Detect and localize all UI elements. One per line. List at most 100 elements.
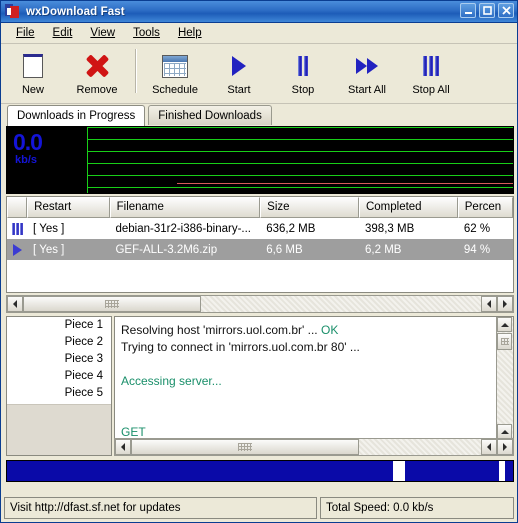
window-title: wxDownload Fast (26, 5, 125, 18)
list-item[interactable]: Piece 4 (7, 368, 111, 385)
menu-tools[interactable]: Tools (124, 25, 169, 41)
column-header-size[interactable]: Size (260, 197, 359, 218)
graph-gridline (87, 151, 513, 152)
scroll-left-button[interactable] (7, 296, 23, 312)
menu-view[interactable]: View (81, 25, 124, 41)
pause-icon (11, 222, 23, 235)
toolbar-button-schedule[interactable]: Schedule (143, 47, 207, 96)
log-line-status: OK (320, 323, 339, 337)
list-item[interactable]: Piece 1 (7, 317, 111, 334)
window-controls (460, 3, 514, 18)
toolbar: New Remove Schedule Start Stop Start All… (1, 44, 517, 104)
minimize-button[interactable] (460, 3, 476, 18)
tab-finished-downloads-label: Finished Downloads (158, 109, 262, 122)
toolbar-schedule-label: Schedule (152, 84, 198, 96)
maximize-button[interactable] (479, 3, 495, 18)
title-bar: wxDownload Fast (1, 1, 517, 23)
column-header-status[interactable] (7, 197, 28, 218)
log-horizontal-scrollbar[interactable] (114, 438, 514, 456)
log-vertical-scrollbar[interactable] (496, 317, 513, 455)
log-text: Resolving host 'mirrors.uol.com.br' ... … (121, 322, 493, 441)
scrollbar-thumb[interactable] (23, 296, 201, 312)
speed-unit: kb/s (15, 154, 38, 166)
column-header-percent[interactable]: Percen (457, 197, 513, 218)
menu-file[interactable]: File (7, 25, 44, 41)
log-hscrollbar-thumb[interactable] (131, 439, 359, 455)
menu-view-label: View (90, 27, 116, 39)
toolbar-stop-all-label: Stop All (412, 84, 450, 96)
log-panel: Resolving host 'mirrors.uol.com.br' ... … (114, 316, 514, 456)
speed-graph: 0.0 kb/s (6, 126, 514, 194)
column-header-restart[interactable]: Restart (27, 197, 110, 218)
toolbar-button-new[interactable]: New (1, 47, 65, 96)
pause-all-icon (423, 51, 439, 81)
table-row[interactable]: [ Yes ] debian-31r2-i386-binary-... 636,… (7, 218, 513, 239)
column-header-completed[interactable]: Completed (358, 197, 458, 218)
toolbar-button-start-all[interactable]: Start All (335, 47, 399, 96)
table-row[interactable]: [ Yes ] GEF-ALL-3.2M6.zip 6,6 MB 6,2 MB … (7, 239, 513, 260)
toolbar-button-stop[interactable]: Stop (271, 47, 335, 96)
list-horizontal-scrollbar[interactable] (6, 295, 514, 313)
calendar-icon (162, 51, 188, 81)
list-item[interactable]: Piece 2 (7, 334, 111, 351)
graph-axis-line (87, 127, 88, 193)
close-button[interactable] (498, 3, 514, 18)
tab-finished-downloads[interactable]: Finished Downloads (148, 105, 272, 125)
list-item[interactable]: Piece 5 (7, 385, 111, 402)
row-restart: [ Yes ] (33, 243, 65, 256)
menu-help-label: Help (177, 27, 202, 39)
pause-icon (298, 51, 308, 81)
play-icon (232, 51, 246, 81)
downloads-panel: 0.0 kb/s Restart Filename Size Completed (6, 126, 514, 491)
menu-file-label: File (16, 27, 35, 39)
row-size: 636,2 MB (266, 222, 316, 235)
log-scroll-left-button[interactable] (115, 439, 131, 455)
log-scroll-left-button-2[interactable] (481, 439, 497, 455)
graph-gridline (87, 163, 513, 164)
toolbar-button-start[interactable]: Start (207, 47, 271, 96)
graph-gridline (87, 175, 513, 176)
speed-value: 0.0 (13, 129, 43, 155)
row-filename: debian-31r2-i386-binary-... (115, 222, 251, 235)
progress-segment (505, 461, 513, 481)
row-completed: 6,2 MB (365, 243, 402, 256)
toolbar-separator (135, 49, 137, 93)
pieces-list[interactable]: Piece 1 Piece 2 Piece 3 Piece 4 Piece 5 (6, 316, 112, 456)
row-filename: GEF-ALL-3.2M6.zip (115, 243, 218, 256)
log-scroll-right-button[interactable] (497, 439, 513, 455)
row-status-icon (7, 243, 27, 256)
column-header-filename[interactable]: Filename (109, 197, 261, 218)
new-page-icon (23, 51, 43, 81)
toolbar-start-all-label: Start All (348, 84, 386, 96)
download-list: Restart Filename Size Completed Percen [… (6, 196, 514, 293)
graph-gridline (87, 127, 513, 128)
log-scroll-up-button-2[interactable] (497, 424, 512, 439)
download-progress-bar (6, 460, 514, 482)
log-line: Accessing server... (121, 374, 222, 388)
row-size: 6,6 MB (266, 243, 303, 256)
menu-edit[interactable]: Edit (44, 25, 82, 41)
log-line-text: Resolving host 'mirrors.uol.com.br' ... (121, 323, 321, 337)
log-scroll-up-button[interactable] (497, 317, 512, 332)
progress-segment (7, 461, 393, 481)
list-item[interactable]: Piece 3 (7, 351, 111, 368)
log-scrollbar-thumb[interactable] (497, 333, 512, 350)
toolbar-button-remove[interactable]: Remove (65, 47, 129, 96)
play-all-icon (356, 51, 378, 81)
tab-downloads-in-progress[interactable]: Downloads in Progress (7, 105, 146, 126)
toolbar-new-label: New (21, 84, 44, 96)
scroll-right-button[interactable] (497, 296, 513, 312)
log-line: Resolving host 'mirrors.uol.com.br' ... … (121, 322, 493, 339)
toolbar-button-stop-all[interactable]: Stop All (399, 47, 463, 96)
status-message: Visit http://dfast.sf.net for updates (4, 497, 317, 519)
pieces-empty-area (7, 404, 111, 455)
menu-help[interactable]: Help (169, 25, 211, 41)
row-percent: 94 % (463, 243, 491, 256)
progress-segment (405, 461, 499, 481)
list-header: Restart Filename Size Completed Percen (7, 197, 513, 218)
row-status-icon (7, 222, 27, 235)
scroll-left-button-2[interactable] (481, 296, 497, 312)
